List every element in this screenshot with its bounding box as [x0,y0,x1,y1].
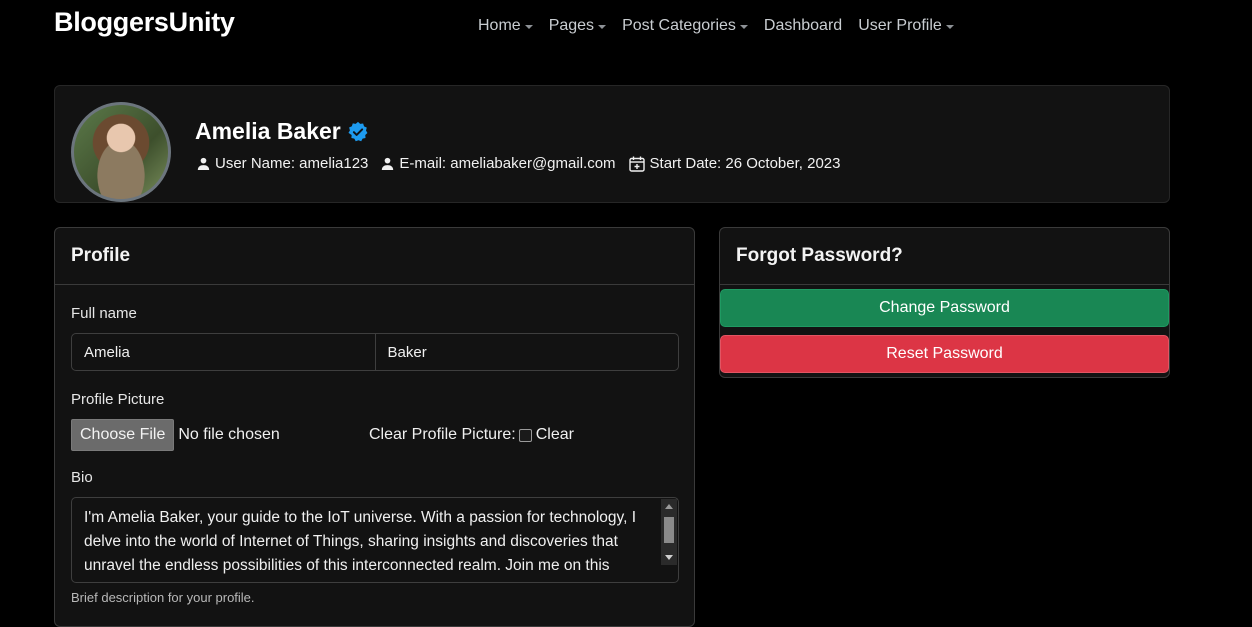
main-nav: Home Pages Post Categories Dashboard Use… [470,17,962,35]
calendar-icon [628,156,645,172]
nav-item-label: Pages [548,17,595,34]
start-date-text: Start Date: 26 October, 2023 [649,155,841,172]
clear-checkbox[interactable] [518,428,532,442]
first-name-input[interactable] [72,334,376,370]
user-icon [197,157,210,170]
user-icon [382,157,394,170]
navbar: BloggersUnity Home Pages Post Categories… [0,0,1252,56]
email-meta: E-mail: ameliabaker@gmail.com [381,155,616,172]
nav-item-label: User Profile [858,17,942,34]
clear-checkbox-label[interactable]: Clear [536,426,574,444]
reset-password-button[interactable]: Reset Password [720,335,1169,373]
nav-item-home[interactable]: Home [470,17,541,35]
password-card-title: Forgot Password? [720,228,1169,285]
full-name-label: Full name [71,305,137,322]
bio-label: Bio [71,469,93,486]
nav-item-label: Post Categories [622,17,736,34]
change-password-button[interactable]: Change Password [720,289,1169,327]
nav-item-post-categories[interactable]: Post Categories [614,17,756,35]
profile-header-card: Amelia Baker User Name: amelia123 E-mail… [54,85,1170,203]
profile-name-row: Amelia Baker [195,118,369,145]
username-text: User Name: amelia123 [215,155,369,172]
no-file-text: No file chosen [178,426,280,443]
profile-card-title: Profile [55,228,694,285]
file-input: Choose File No file chosen [71,419,280,451]
caret-down-icon [524,24,533,29]
brand-logo[interactable]: BloggersUnity [54,7,235,38]
profile-meta: User Name: amelia123 E-mail: ameliabaker… [197,155,853,172]
username-meta: User Name: amelia123 [197,155,368,172]
full-name-group [71,333,679,371]
email-text: E-mail: ameliabaker@gmail.com [399,155,616,172]
clear-picture-label: Clear Profile Picture: [369,426,516,443]
caret-down-icon [945,24,954,29]
scroll-thumb[interactable] [664,517,674,543]
clear-picture-control: Clear Profile Picture: Clear [369,426,574,444]
profile-name: Amelia Baker [195,118,341,144]
last-name-input[interactable] [375,334,678,370]
nav-item-dashboard[interactable]: Dashboard [756,17,850,35]
scroll-up-icon[interactable] [665,504,673,509]
bio-help-text: Brief description for your profile. [71,590,255,605]
password-card: Forgot Password? Change Password Reset P… [719,227,1170,378]
avatar [71,102,171,202]
profile-card: Profile Full name Profile Picture Choose… [54,227,695,627]
nav-item-user-profile[interactable]: User Profile [850,17,962,35]
choose-file-button[interactable]: Choose File [71,419,175,451]
nav-item-pages[interactable]: Pages [541,17,614,35]
nav-item-label: Home [478,17,521,34]
bio-scrollbar[interactable] [661,499,677,565]
caret-down-icon [598,24,607,29]
start-date-meta: Start Date: 26 October, 2023 [628,155,841,172]
profile-picture-label: Profile Picture [71,391,165,408]
caret-down-icon [739,24,748,29]
bio-text: I'm Amelia Baker, your guide to the IoT … [84,509,637,574]
nav-item-label: Dashboard [763,17,843,34]
bio-textarea[interactable]: I'm Amelia Baker, your guide to the IoT … [71,497,679,583]
scroll-down-icon[interactable] [665,555,673,560]
verified-badge-icon [348,121,368,141]
